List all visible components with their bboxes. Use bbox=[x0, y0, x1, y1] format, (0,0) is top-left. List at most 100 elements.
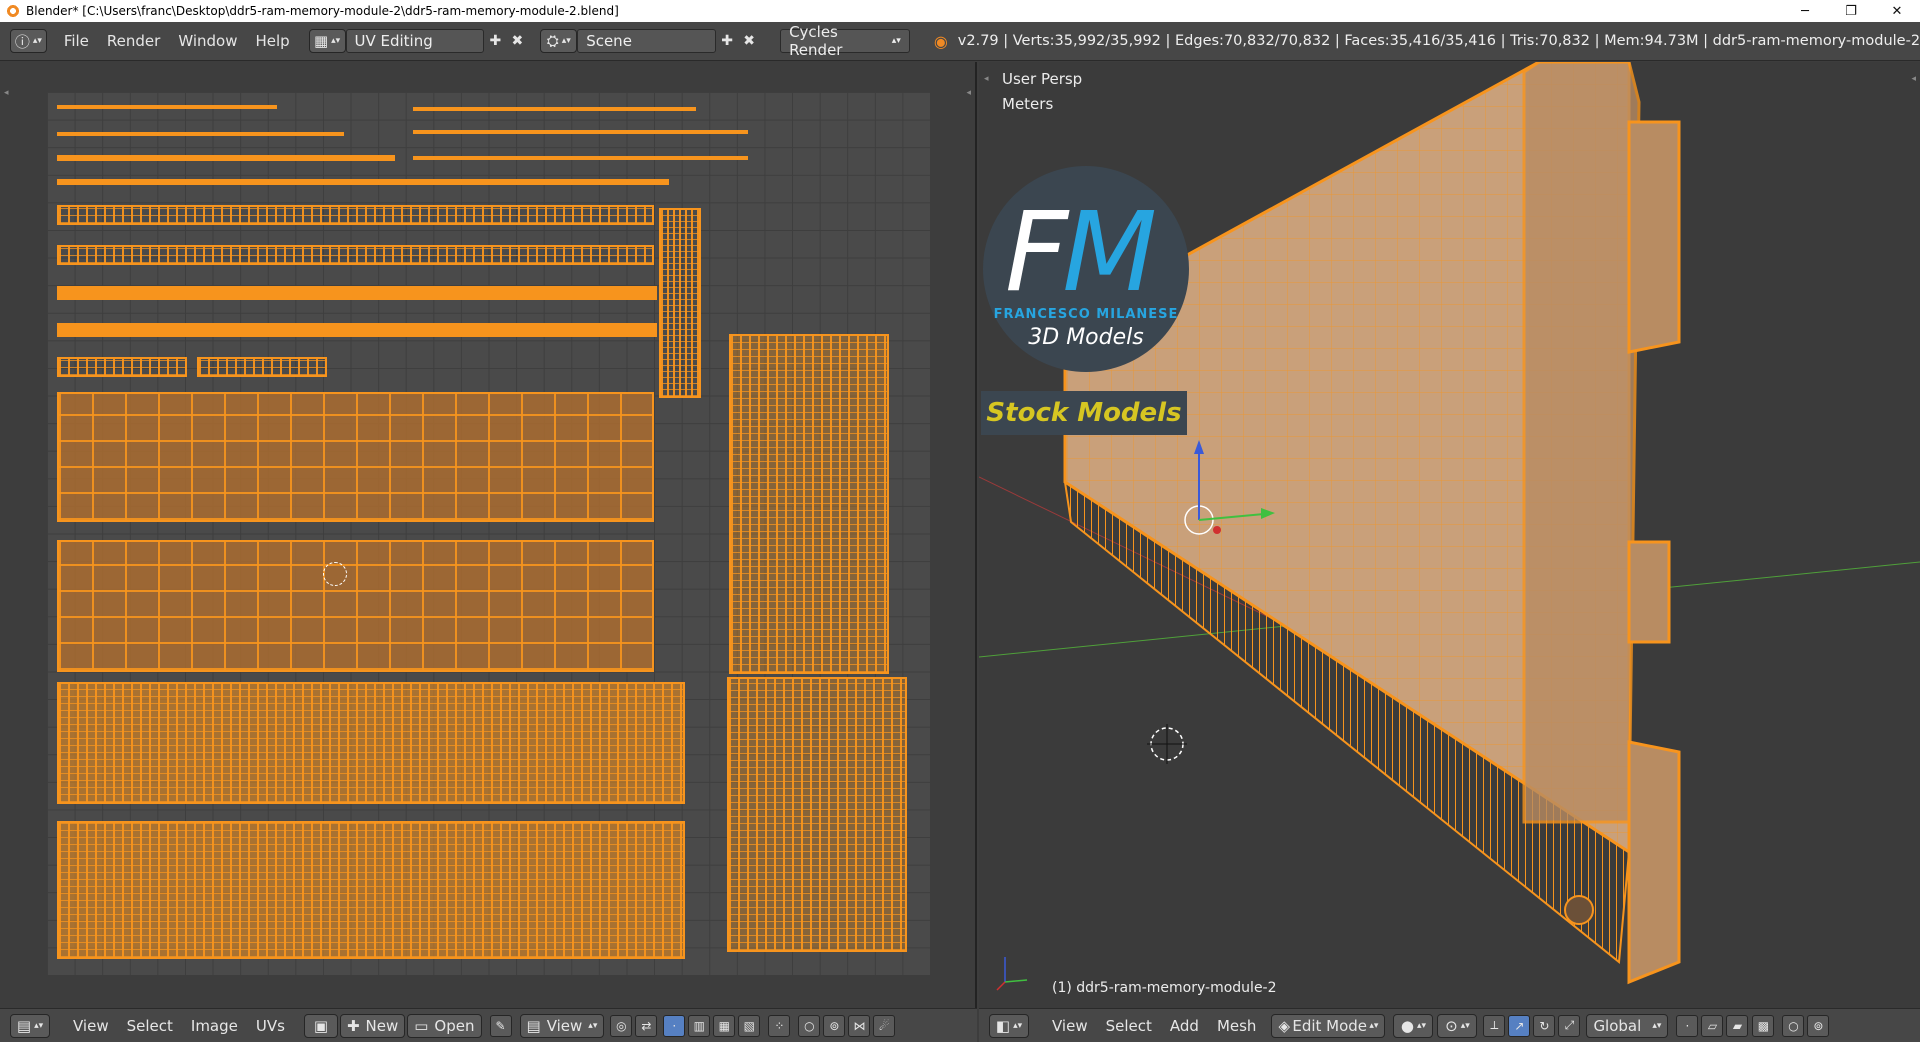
screen-layout-selector[interactable]: ▦ ▴▾ bbox=[308, 29, 346, 53]
vp-menu-view[interactable]: View bbox=[1043, 1014, 1097, 1038]
view-mode-dropdown[interactable]: ▤ View ▴▾ bbox=[519, 1013, 605, 1038]
layout-grid-icon: ▦ bbox=[313, 32, 329, 50]
proportional-edit-icon[interactable]: ○ bbox=[1782, 1014, 1805, 1037]
island-select-icon[interactable]: ▧ bbox=[738, 1014, 761, 1037]
toolbar-expand-icon[interactable]: ◂ bbox=[4, 88, 9, 98]
menu-help[interactable]: Help bbox=[246, 29, 298, 53]
uv-menu-view[interactable]: View bbox=[64, 1014, 118, 1038]
uv-island bbox=[57, 105, 277, 109]
translate-manipulator-icon[interactable]: ↗ bbox=[1508, 1014, 1531, 1037]
scene-icon: ⛭ bbox=[546, 32, 559, 50]
edge-select-mode-icon[interactable]: ▱ bbox=[1701, 1014, 1724, 1037]
image-browse-button[interactable]: ▣ bbox=[303, 1013, 338, 1038]
vp-menu-mesh[interactable]: Mesh bbox=[1208, 1014, 1266, 1038]
scene-name: Scene bbox=[586, 32, 632, 50]
info-editor-type-button[interactable]: ⓘ ▴▾ bbox=[10, 29, 47, 53]
new-image-label: New bbox=[365, 1016, 399, 1035]
blender-icon: ◉ bbox=[933, 31, 948, 51]
window-titlebar: Blender* [C:\Users\franc\Desktop\ddr5-ra… bbox=[0, 0, 1920, 22]
logo-letter-m: M bbox=[1062, 188, 1157, 316]
folder-icon: ▭ bbox=[414, 1016, 429, 1035]
watermark-logo: FM FRANCESCO MILANESE 3D Models bbox=[983, 166, 1189, 372]
uv-island bbox=[57, 540, 654, 672]
menu-file[interactable]: File bbox=[55, 29, 98, 53]
render-engine-dropdown[interactable]: Cycles Render ▴▾ bbox=[780, 23, 910, 59]
logo-letters: FM bbox=[1005, 188, 1157, 316]
uv-island bbox=[413, 156, 748, 160]
edge-select-icon[interactable]: ▥ bbox=[688, 1014, 711, 1037]
properties-expand-icon[interactable]: ◂ bbox=[966, 88, 971, 98]
viewport-shading-dropdown[interactable]: ● ▴▾ bbox=[1393, 1013, 1434, 1038]
uv-menu-select[interactable]: Select bbox=[118, 1014, 182, 1038]
2d-cursor-icon[interactable] bbox=[323, 562, 347, 586]
screen-layout-field[interactable]: UV Editing bbox=[345, 29, 485, 53]
pin-icon[interactable]: ✎ bbox=[489, 1014, 512, 1037]
updown-icon: ▴▾ bbox=[1652, 1020, 1662, 1031]
watermark-brand: FRANCESCO MILANESE bbox=[993, 307, 1179, 322]
add-layout-icon[interactable]: ✚ bbox=[484, 29, 506, 53]
uv-editor-type-button[interactable]: ▤ ▴▾ bbox=[10, 1013, 50, 1038]
3d-viewport[interactable]: User Persp Meters ◂ ◂ FM FRANCESCO MILAN… bbox=[979, 62, 1920, 1008]
open-image-button[interactable]: ▭ Open bbox=[407, 1013, 482, 1038]
rotate-manipulator-icon[interactable]: ↻ bbox=[1533, 1014, 1556, 1037]
menu-render[interactable]: Render bbox=[98, 29, 169, 53]
face-select-mode-icon[interactable]: ▰ bbox=[1726, 1014, 1749, 1037]
new-image-button[interactable]: ✚ New bbox=[339, 1013, 406, 1038]
updown-icon: ▴▾ bbox=[1416, 1020, 1426, 1031]
minimize-button[interactable]: ─ bbox=[1782, 0, 1828, 22]
uv-menu-image[interactable]: Image bbox=[182, 1014, 247, 1038]
x-arrow-icon[interactable] bbox=[1213, 526, 1221, 534]
uv-island bbox=[729, 334, 889, 674]
3d-view-icon: ◧ bbox=[995, 1016, 1011, 1035]
uv-menu-uvs[interactable]: UVs bbox=[247, 1014, 294, 1038]
scene-statistics: v2.79 | Verts:35,992/35,992 | Edges:70,8… bbox=[957, 33, 1920, 49]
restore-button[interactable]: ❐ bbox=[1828, 0, 1874, 22]
solid-shading-icon: ● bbox=[1400, 1016, 1414, 1035]
transform-orientation-dropdown[interactable]: Global ▴▾ bbox=[1586, 1013, 1669, 1038]
viewport-editor-type-button[interactable]: ◧ ▴▾ bbox=[989, 1013, 1029, 1038]
manipulator-toggle-icon[interactable]: ⟂ bbox=[1483, 1014, 1506, 1037]
ram-hole bbox=[1564, 895, 1594, 925]
uv-island bbox=[727, 677, 907, 952]
plus-icon: ✚ bbox=[346, 1016, 360, 1035]
uv-island bbox=[57, 682, 685, 804]
uv-island bbox=[57, 205, 654, 225]
scene-selector[interactable]: ⛭ ▴▾ bbox=[540, 29, 578, 53]
vertex-select-mode-icon[interactable]: ⋅ bbox=[1676, 1014, 1699, 1037]
scale-manipulator-icon[interactable]: ⤢ bbox=[1558, 1014, 1581, 1037]
object-name-label: (1) ddr5-ram-memory-module-2 bbox=[1052, 980, 1277, 996]
uv-sculpt-icon[interactable]: ☄ bbox=[873, 1014, 896, 1037]
edit-mode-icon: ◈ bbox=[1278, 1016, 1290, 1035]
uv-image-editor[interactable]: ◂ ◂ bbox=[0, 62, 977, 1008]
snap-target-icon[interactable]: ⋈ bbox=[848, 1014, 871, 1037]
pivot-point-dropdown[interactable]: ⊙ ▴▾ bbox=[1437, 1013, 1478, 1038]
snap-icon[interactable]: ⊚ bbox=[823, 1014, 846, 1037]
vertex-select-icon[interactable]: ⋅ bbox=[663, 1014, 686, 1037]
snap-toggle-icon[interactable]: ⊚ bbox=[1807, 1014, 1830, 1037]
updown-icon: ▴▾ bbox=[588, 1020, 598, 1031]
uv-canvas[interactable] bbox=[47, 92, 930, 975]
pivot-icon[interactable]: ◎ bbox=[610, 1014, 633, 1037]
vp-menu-select[interactable]: Select bbox=[1097, 1014, 1161, 1038]
delete-layout-icon[interactable]: ✖ bbox=[506, 29, 528, 53]
updown-icon: ▴▾ bbox=[1013, 1020, 1023, 1031]
uv-island bbox=[57, 323, 657, 337]
uv-island bbox=[57, 132, 344, 136]
scene-field[interactable]: Scene bbox=[577, 29, 717, 53]
vp-menu-add[interactable]: Add bbox=[1161, 1014, 1208, 1038]
close-window-button[interactable]: ✕ bbox=[1874, 0, 1920, 22]
add-scene-icon[interactable]: ✚ bbox=[716, 29, 738, 53]
face-select-icon[interactable]: ▦ bbox=[713, 1014, 736, 1037]
image-browse-icon: ▣ bbox=[313, 1016, 329, 1035]
delete-scene-icon[interactable]: ✖ bbox=[738, 29, 760, 53]
uv-island bbox=[57, 286, 657, 300]
watermark-banner: Stock Models bbox=[981, 391, 1187, 435]
sticky-select-icon[interactable]: ⁘ bbox=[768, 1014, 791, 1037]
menu-window[interactable]: Window bbox=[169, 29, 246, 53]
updown-icon: ▴▾ bbox=[331, 36, 341, 46]
mode-dropdown[interactable]: ◈ Edit Mode ▴▾ bbox=[1271, 1013, 1386, 1038]
view-mode-icon: ▤ bbox=[526, 1016, 541, 1035]
proportional-edit-icon[interactable]: ○ bbox=[798, 1014, 821, 1037]
sync-selection-icon[interactable]: ⇄ bbox=[635, 1014, 658, 1037]
limit-selection-icon[interactable]: ▩ bbox=[1752, 1014, 1775, 1037]
